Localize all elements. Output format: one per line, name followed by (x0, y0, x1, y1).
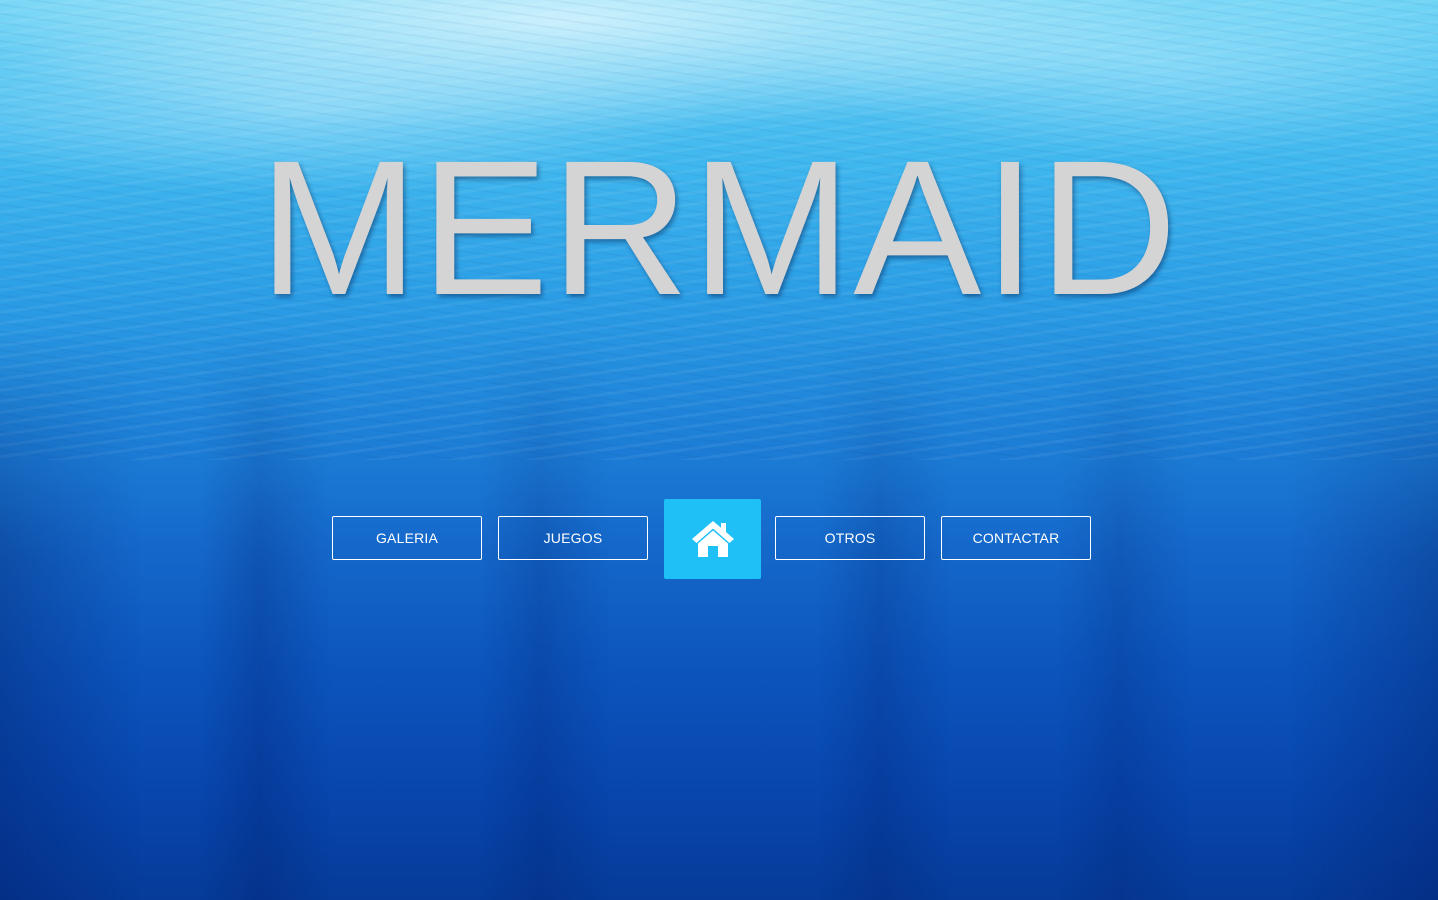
main-navigation: GALERIA JUEGOS OTROS CONTACTAR (332, 499, 1093, 579)
home-button[interactable] (664, 499, 761, 579)
site-title: MERMAID (258, 120, 1180, 335)
nav-button-galeria[interactable]: GALERIA (332, 516, 482, 560)
nav-button-otros[interactable]: OTROS (775, 516, 925, 560)
underwater-light-rays (0, 330, 1438, 900)
page-background: MERMAID GALERIA JUEGOS OTROS CONTACTAR (0, 0, 1438, 900)
home-icon (691, 521, 734, 557)
nav-button-juegos[interactable]: JUEGOS (498, 516, 648, 560)
nav-button-contactar[interactable]: CONTACTAR (941, 516, 1091, 560)
